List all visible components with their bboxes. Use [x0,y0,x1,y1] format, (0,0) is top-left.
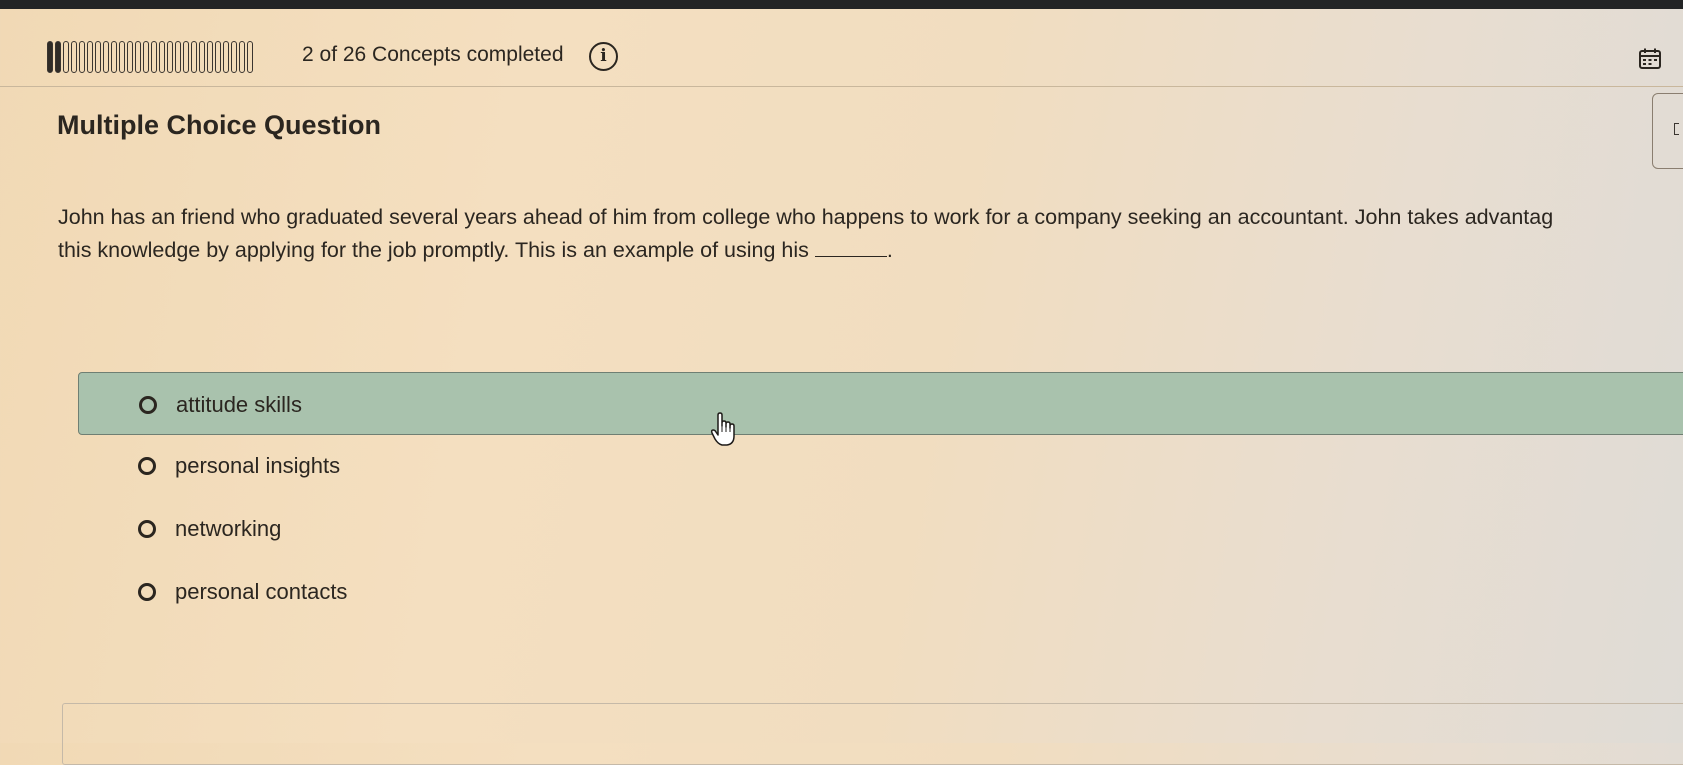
question-prompt: John has an friend who graduated several… [58,201,1683,267]
concept-progress-bar [47,41,253,73]
progress-segment-remaining [167,41,173,73]
bottom-panel [62,703,1683,765]
progress-segment-remaining [103,41,109,73]
progress-segment-remaining [183,41,189,73]
choice-attitude-skills[interactable]: attitude skills [78,372,1683,435]
progress-segment-remaining [159,41,165,73]
radio-button[interactable] [138,457,156,475]
choice-label: networking [175,516,282,541]
progress-segment-completed [47,41,53,73]
progress-segment-remaining [247,41,253,73]
progress-segment-remaining [143,41,149,73]
progress-text: 2 of 26 Concepts completed [302,43,564,66]
choice-personal-contacts[interactable]: personal contacts [78,560,1683,623]
progress-segment-remaining [71,41,77,73]
calendar-icon[interactable] [1638,47,1662,71]
progress-segment-remaining [135,41,141,73]
progress-segment-remaining [231,41,237,73]
info-icon[interactable]: i [589,42,618,71]
progress-segment-remaining [239,41,245,73]
answer-blank [814,240,887,257]
question-line-2-text: this knowledge by applying for the job p… [58,238,809,262]
question-line-2-end: . [886,238,893,262]
progress-segment-remaining [175,41,181,73]
radio-button[interactable] [138,583,156,601]
radio-button[interactable] [138,520,156,538]
side-panel-icon [1674,123,1679,135]
question-line-1: John has an friend who graduated several… [58,205,1554,229]
progress-segment-remaining [215,41,221,73]
progress-segment-remaining [199,41,205,73]
progress-segment-remaining [63,41,69,73]
progress-segment-remaining [111,41,117,73]
progress-segment-remaining [79,41,85,73]
hand-pointer-cursor [710,412,735,446]
progress-segment-completed [55,41,61,73]
progress-segment-remaining [119,41,125,73]
progress-segment-remaining [223,41,229,73]
progress-segment-remaining [87,41,93,73]
choice-networking[interactable]: networking [78,497,1683,560]
choice-label: attitude skills [176,392,302,417]
question-line-2: this knowledge by applying for the job p… [58,234,1683,267]
progress-segment-remaining [151,41,157,73]
question-type-heading: Multiple Choice Question [57,110,382,140]
choice-label: personal insights [175,453,341,478]
progress-segment-remaining [207,41,213,73]
choice-label: personal contacts [175,579,348,604]
progress-segment-remaining [95,41,101,73]
progress-segment-remaining [127,41,133,73]
progress-segment-remaining [191,41,197,73]
window-top-edge [0,0,1683,9]
choice-personal-insights[interactable]: personal insights [78,434,1683,497]
progress-header: 2 of 26 Concepts completed i [0,9,1683,87]
radio-button[interactable] [139,396,157,414]
